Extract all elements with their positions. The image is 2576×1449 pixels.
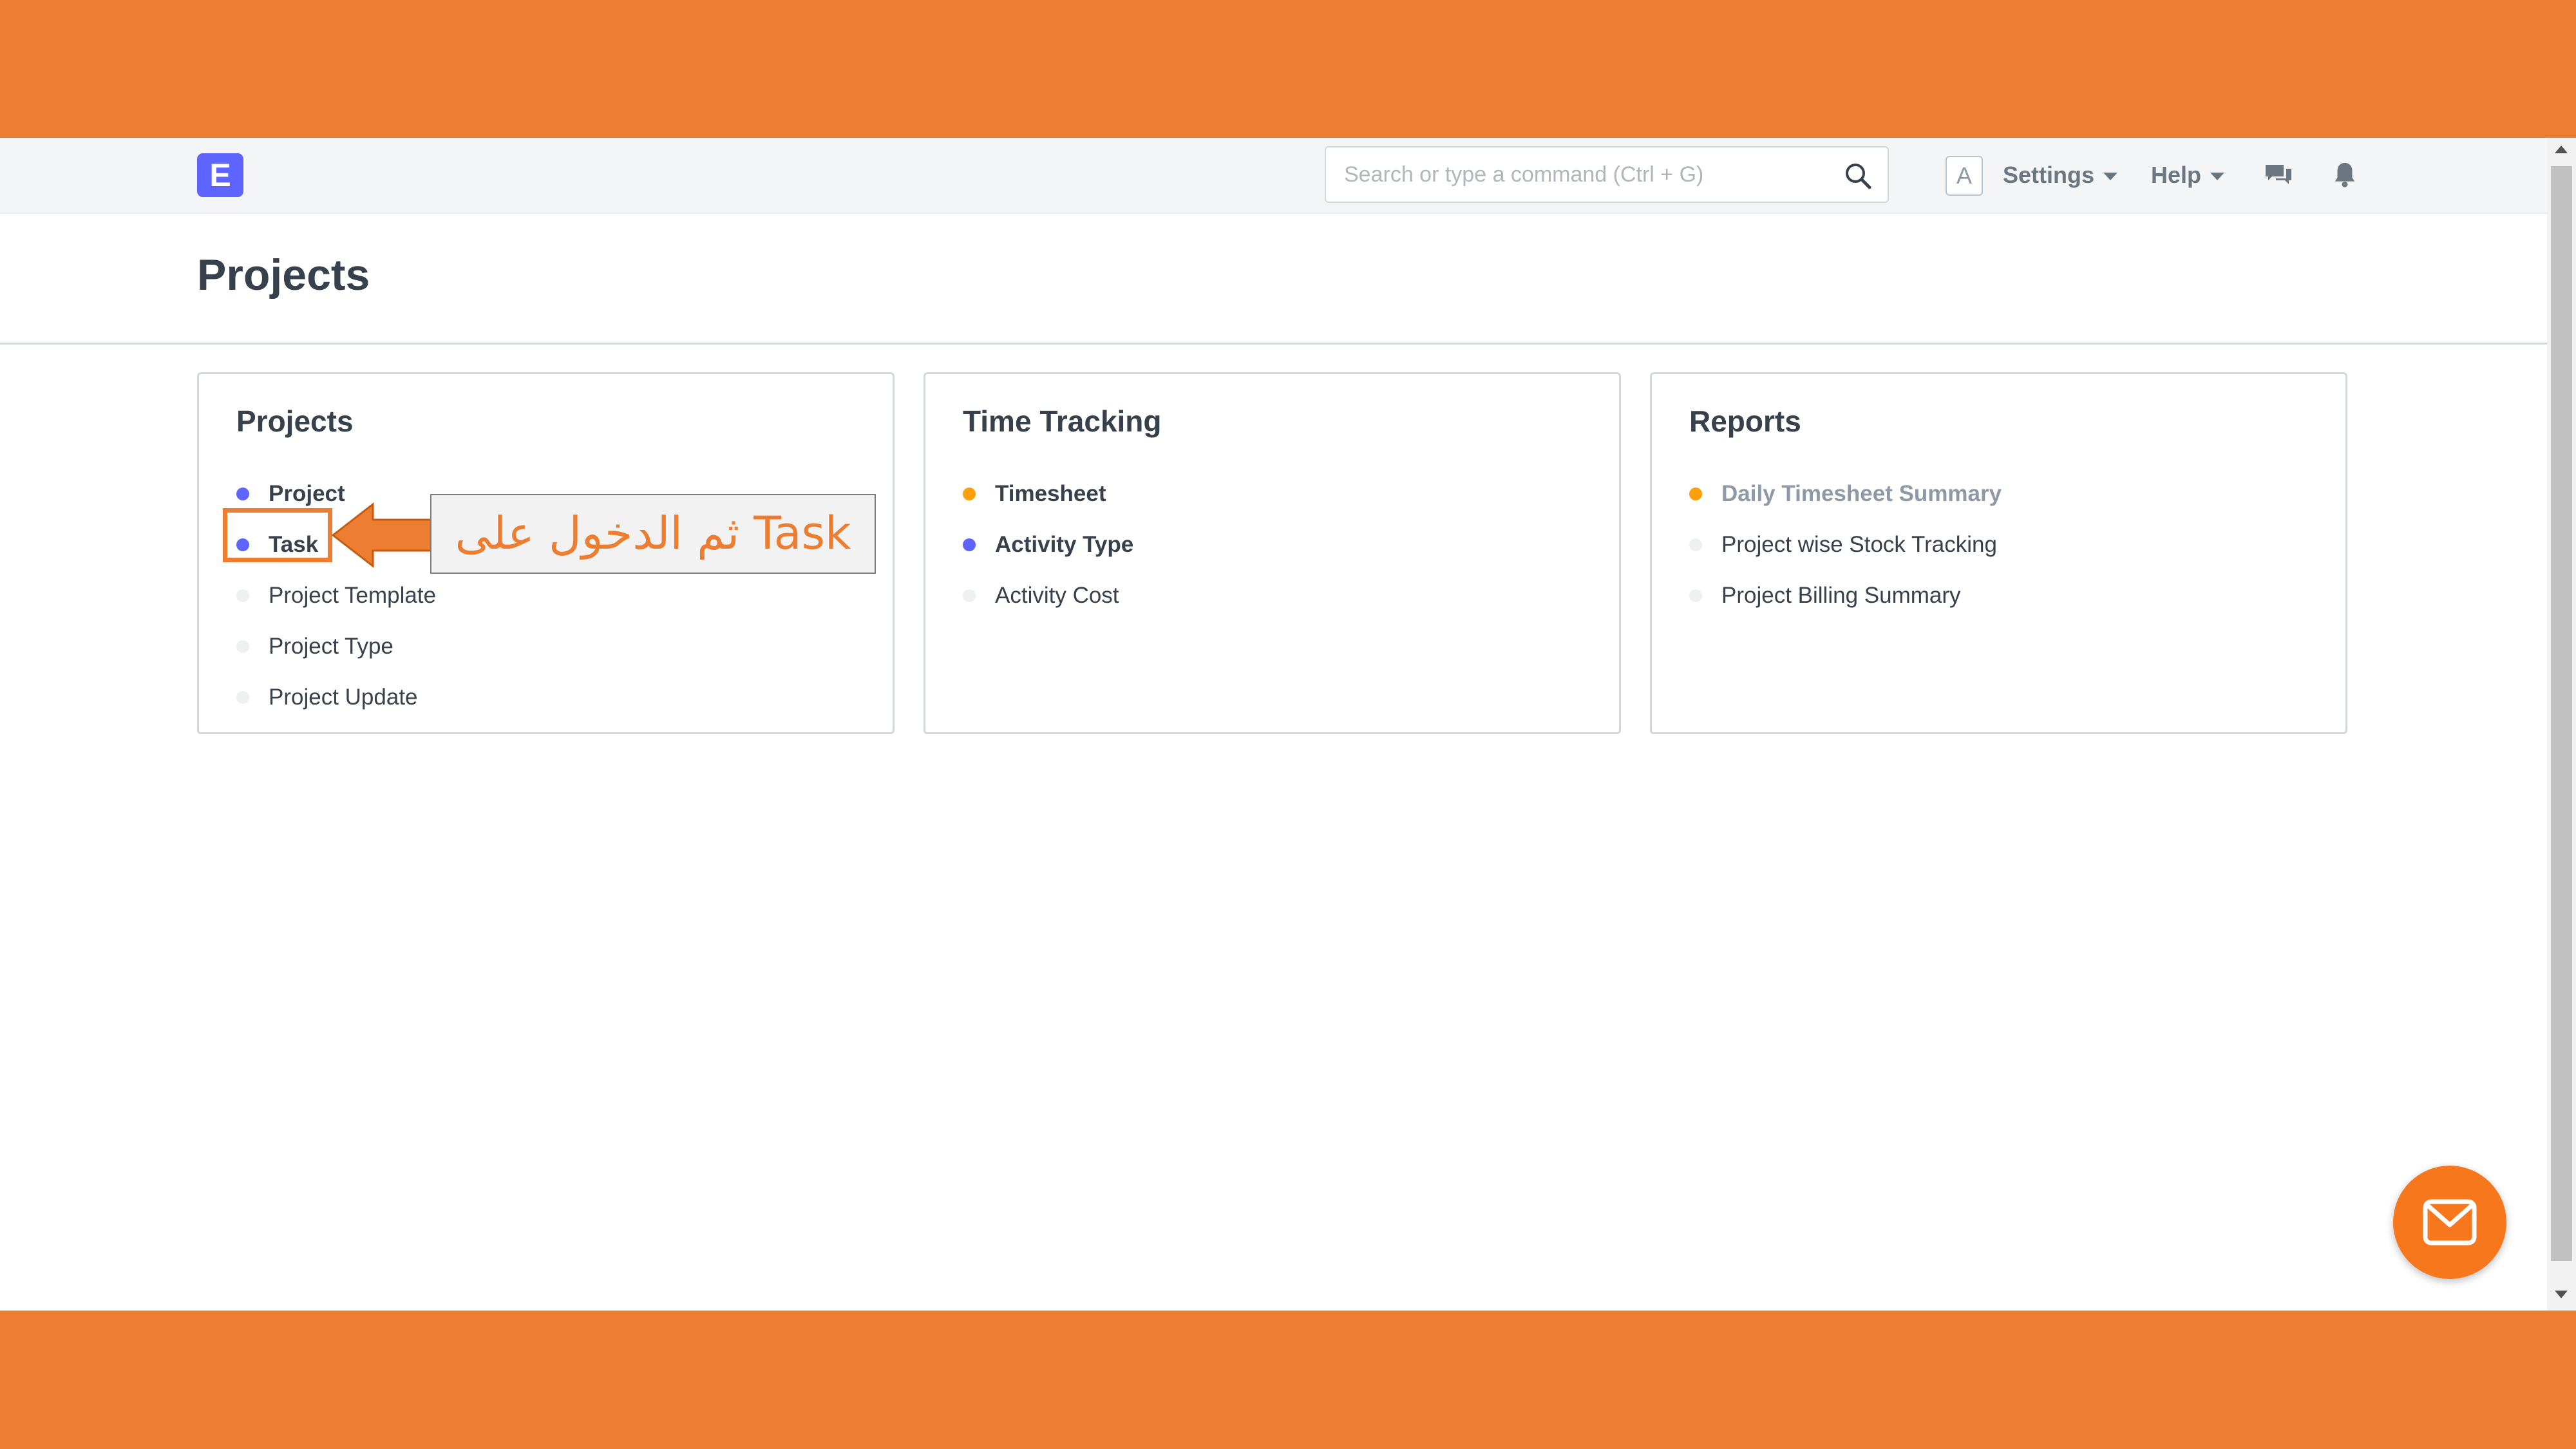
navbar: E A Settings Help <box>0 138 2547 214</box>
link-project-update[interactable]: Project Update <box>236 672 436 723</box>
user-avatar[interactable]: A <box>1946 156 1983 196</box>
settings-dropdown[interactable]: Settings <box>2003 158 2118 192</box>
top-orange-band <box>0 0 2576 138</box>
link-label: Activity Cost <box>995 582 1119 608</box>
app-screen: E A Settings Help Projects <box>0 138 2576 1311</box>
help-label: Help <box>2151 162 2202 188</box>
task-highlight-box <box>223 508 332 562</box>
search-bar <box>1325 146 1889 203</box>
help-dropdown[interactable]: Help <box>2151 158 2225 192</box>
card-title: Time Tracking <box>963 404 1162 438</box>
page-title: Projects <box>197 251 370 299</box>
link-project-type[interactable]: Project Type <box>236 621 436 672</box>
link-label: Project wise Stock Tracking <box>1721 531 1997 557</box>
vertical-scrollbar[interactable] <box>2547 138 2576 1311</box>
scroll-down-arrow-icon[interactable] <box>2555 1291 2568 1298</box>
link-project-template[interactable]: Project Template <box>236 570 436 621</box>
link-project-wise-stock-tracking[interactable]: Project wise Stock Tracking <box>1689 519 2002 570</box>
card-title: Projects <box>236 404 354 438</box>
status-dot <box>236 487 249 500</box>
link-project-billing-summary[interactable]: Project Billing Summary <box>1689 570 2002 621</box>
app-logo[interactable]: E <box>197 153 243 197</box>
status-dot <box>963 589 976 602</box>
status-dot <box>963 487 976 500</box>
link-label: Project Template <box>269 582 437 608</box>
search-input[interactable] <box>1344 156 1833 193</box>
link-daily-timesheet-summary[interactable]: Daily Timesheet Summary <box>1689 468 2002 519</box>
caret-down-icon <box>2103 173 2118 181</box>
status-dot <box>236 690 249 704</box>
link-label: Project Type <box>269 633 393 659</box>
status-dot <box>1689 487 1702 500</box>
settings-label: Settings <box>2003 162 2095 188</box>
caret-down-icon <box>2210 173 2225 181</box>
status-dot <box>1689 589 1702 602</box>
status-dot <box>236 639 249 653</box>
link-activity-cost[interactable]: Activity Cost <box>963 570 1133 621</box>
chat-icon[interactable] <box>2263 160 2294 191</box>
scroll-thumb[interactable] <box>2551 166 2572 1261</box>
help-chat-button[interactable] <box>2393 1166 2506 1279</box>
link-label: Daily Timesheet Summary <box>1721 480 2002 506</box>
scroll-up-arrow-icon[interactable] <box>2555 146 2568 153</box>
link-timesheet[interactable]: Timesheet <box>963 468 1133 519</box>
link-label: Timesheet <box>995 480 1106 506</box>
bottom-orange-band <box>0 1311 2576 1449</box>
annotation-callout: ثم الدخول على Task <box>430 494 876 574</box>
status-dot <box>1689 538 1702 551</box>
arrow-left-icon <box>331 502 432 569</box>
link-list: Daily Timesheet Summary Project wise Sto… <box>1689 468 2002 621</box>
header-divider <box>0 343 2547 345</box>
link-label: Project Billing Summary <box>1721 582 1961 608</box>
bell-icon[interactable] <box>2330 160 2360 191</box>
status-dot <box>236 589 249 602</box>
link-label: Activity Type <box>995 531 1134 557</box>
status-dot <box>963 538 976 551</box>
time-tracking-card: Time Tracking Timesheet Activity Type Ac… <box>923 372 1621 734</box>
envelope-icon <box>2423 1199 2477 1245</box>
link-activity-type[interactable]: Activity Type <box>963 519 1133 570</box>
search-icon[interactable] <box>1842 160 1873 191</box>
card-title: Reports <box>1689 404 1801 438</box>
link-list: Timesheet Activity Type Activity Cost <box>963 468 1133 621</box>
link-label: Project Update <box>269 684 418 710</box>
reports-card: Reports Daily Timesheet Summary Project … <box>1650 372 2347 734</box>
